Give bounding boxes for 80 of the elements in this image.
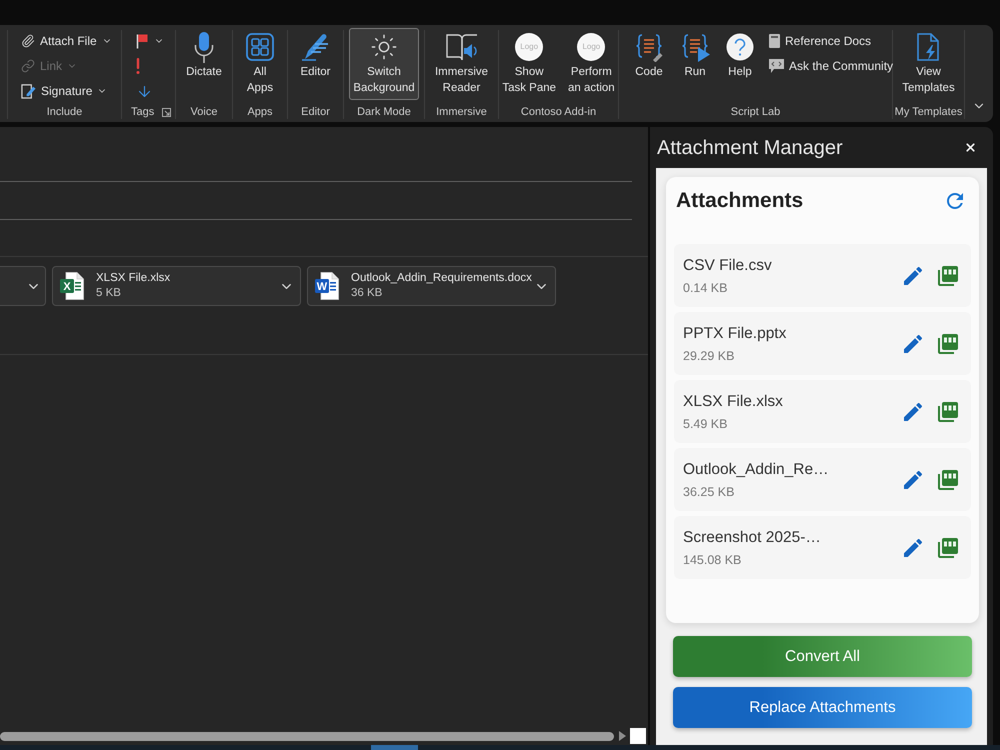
book-speaker-icon: [446, 32, 478, 62]
paperclip-icon: [21, 34, 35, 48]
file-stack-icon[interactable]: [938, 334, 958, 354]
pencil-icon[interactable]: [904, 266, 922, 284]
file-size: 29.29 KB: [683, 348, 736, 364]
group-label: Editor: [301, 105, 330, 119]
file-name: XLSX File.xlsx: [96, 271, 172, 286]
scrollbar-thumb[interactable]: [0, 732, 614, 740]
group-label: Contoso Add-in: [520, 105, 596, 119]
microphone-icon: [194, 32, 214, 62]
group-label: My Templates: [894, 105, 962, 119]
pencil-icon[interactable]: [904, 334, 922, 352]
scroll-right-arrow-icon[interactable]: [619, 731, 626, 741]
logo-placeholder: Logo: [515, 33, 544, 61]
corner-square: [630, 728, 646, 744]
file-stack-icon[interactable]: [938, 470, 958, 490]
file-name: Outlook_Addin_Requirements.docx: [351, 271, 533, 286]
ribbon-button[interactable]: Ask the Community: [768, 55, 894, 77]
pen-icon: [300, 32, 330, 62]
file-size: 5.49 KB: [683, 416, 728, 432]
grid-icon: [246, 33, 274, 61]
ribbon-button[interactable]: Logo Show Task Pane: [498, 28, 560, 100]
braces-play-icon: [680, 32, 710, 62]
ribbon-button[interactable]: Immersive Reader: [430, 28, 492, 100]
ribbon-button[interactable]: Run: [676, 28, 714, 84]
ribbon-button[interactable]: Switch Background: [349, 28, 419, 100]
code-braces-icon: [634, 32, 664, 62]
file-size: 0.14 KB: [683, 280, 728, 296]
flag-icon: [136, 34, 148, 48]
file-size: 5 KB: [96, 286, 122, 301]
taskbar-highlight: [371, 745, 418, 750]
file-stack-icon[interactable]: [938, 538, 958, 558]
file-size: 36 KB: [351, 286, 384, 301]
card-title: Attachments: [676, 189, 804, 213]
ribbon-button[interactable]: All Apps: [242, 28, 278, 100]
pencil-icon[interactable]: [904, 470, 922, 488]
chat-bubble-icon: [769, 59, 784, 73]
group-label: Dark Mode: [357, 105, 411, 119]
exclamation-icon: [136, 58, 140, 74]
book-icon: [769, 34, 780, 48]
replace-button[interactable]: Replace Attachments: [673, 687, 972, 728]
ribbon-button[interactable]: Help: [722, 28, 758, 84]
refresh-icon[interactable]: [947, 193, 963, 209]
sun-icon: [370, 33, 398, 61]
file-name: Outlook_Addin_Re…: [683, 460, 829, 480]
ribbon-button[interactable]: Editor: [296, 28, 335, 84]
ribbon-button[interactable]: Logo Perform an action: [564, 28, 619, 100]
file-size: 145.08 KB: [683, 552, 742, 568]
group-label: Immersive: [436, 105, 487, 119]
file-name: PPTX File.pptx: [683, 324, 786, 344]
group-label: Apps: [247, 105, 273, 119]
attachment-chip[interactable]: X XLSX File.xlsx 5 KB: [52, 266, 301, 306]
help-icon: [726, 33, 754, 61]
ribbon-button[interactable]: View Templates: [898, 28, 959, 100]
attachment-chip[interactable]: W Outlook_Addin_Requirements.docx 36 KB: [307, 266, 556, 306]
file-name: CSV File.csv: [683, 256, 772, 276]
convert-button[interactable]: Convert All: [673, 636, 972, 677]
pane-title: Attachment Manager: [657, 136, 843, 160]
group-label: Tags: [131, 105, 154, 119]
file-stack-icon[interactable]: [938, 266, 958, 286]
group-label: Include: [46, 105, 82, 119]
link-icon: [21, 59, 35, 73]
pencil-icon[interactable]: [904, 402, 922, 420]
logo-placeholder: Logo: [577, 33, 606, 61]
dialog-launcher-icon[interactable]: [162, 108, 171, 116]
ribbon-button[interactable]: Signature: [20, 80, 108, 102]
file-size: 36.25 KB: [683, 484, 736, 500]
file-stack-icon[interactable]: [938, 402, 958, 422]
ribbon-button[interactable]: Attach File: [20, 30, 113, 52]
signature-icon: [21, 83, 36, 99]
close-icon[interactable]: [964, 141, 977, 154]
file-name: XLSX File.xlsx: [683, 392, 783, 412]
ribbon-button[interactable]: Reference Docs: [768, 30, 872, 52]
group-label: Script Lab: [730, 105, 780, 119]
ribbon-button[interactable]: Code: [630, 28, 668, 84]
document-lightning-icon: [917, 33, 940, 61]
group-label: Voice: [190, 105, 218, 119]
ribbon-button[interactable]: Dictate: [182, 28, 226, 84]
pencil-icon[interactable]: [904, 538, 922, 556]
file-name: Screenshot 2025-…: [683, 528, 821, 548]
